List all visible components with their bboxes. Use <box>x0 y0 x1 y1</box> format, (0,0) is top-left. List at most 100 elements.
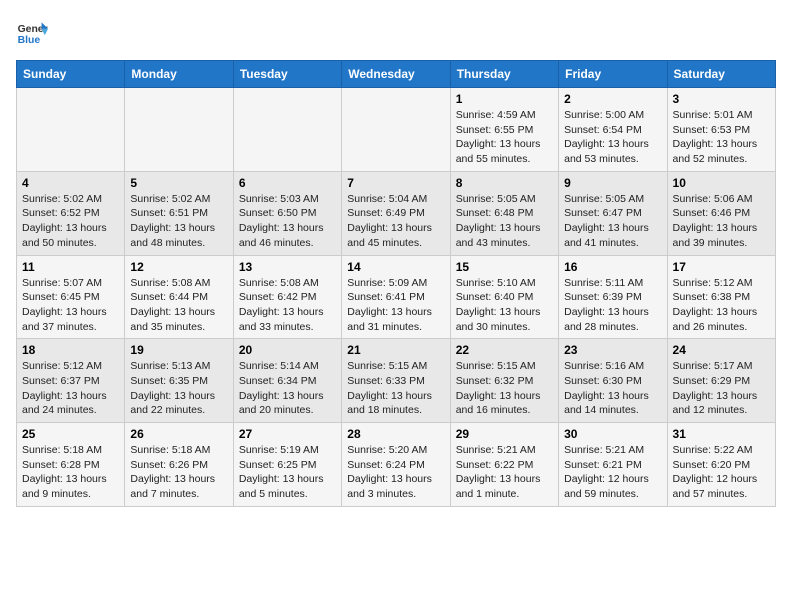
day-info: Sunrise: 5:21 AM Sunset: 6:22 PM Dayligh… <box>456 443 553 502</box>
day-number: 14 <box>347 260 444 274</box>
calendar-cell: 25 Sunrise: 5:18 AM Sunset: 6:28 PM Dayli… <box>17 423 125 507</box>
day-info: Sunrise: 5:01 AM Sunset: 6:53 PM Dayligh… <box>673 108 770 167</box>
day-info: Sunrise: 5:07 AM Sunset: 6:45 PM Dayligh… <box>22 276 119 335</box>
day-number: 3 <box>673 92 770 106</box>
day-info: Sunrise: 5:08 AM Sunset: 6:44 PM Dayligh… <box>130 276 227 335</box>
day-info: Sunrise: 5:06 AM Sunset: 6:46 PM Dayligh… <box>673 192 770 251</box>
day-number: 28 <box>347 427 444 441</box>
page-header: General Blue <box>16 16 776 48</box>
day-info: Sunrise: 5:15 AM Sunset: 6:33 PM Dayligh… <box>347 359 444 418</box>
calendar-cell: 30 Sunrise: 5:21 AM Sunset: 6:21 PM Dayli… <box>559 423 667 507</box>
week-row-2: 4 Sunrise: 5:02 AM Sunset: 6:52 PM Daylig… <box>17 171 776 255</box>
day-number: 24 <box>673 343 770 357</box>
day-number: 25 <box>22 427 119 441</box>
day-number: 2 <box>564 92 661 106</box>
calendar-cell: 20 Sunrise: 5:14 AM Sunset: 6:34 PM Dayli… <box>233 339 341 423</box>
day-number: 15 <box>456 260 553 274</box>
day-number: 22 <box>456 343 553 357</box>
day-info: Sunrise: 5:14 AM Sunset: 6:34 PM Dayligh… <box>239 359 336 418</box>
day-number: 26 <box>130 427 227 441</box>
logo-icon: General Blue <box>16 16 48 48</box>
header-row: SundayMondayTuesdayWednesdayThursdayFrid… <box>17 61 776 88</box>
day-info: Sunrise: 5:09 AM Sunset: 6:41 PM Dayligh… <box>347 276 444 335</box>
calendar-cell <box>342 88 450 172</box>
week-row-4: 18 Sunrise: 5:12 AM Sunset: 6:37 PM Dayli… <box>17 339 776 423</box>
svg-text:Blue: Blue <box>18 35 41 46</box>
calendar-cell: 13 Sunrise: 5:08 AM Sunset: 6:42 PM Dayli… <box>233 255 341 339</box>
calendar-cell: 16 Sunrise: 5:11 AM Sunset: 6:39 PM Dayli… <box>559 255 667 339</box>
day-info: Sunrise: 5:22 AM Sunset: 6:20 PM Dayligh… <box>673 443 770 502</box>
calendar-cell: 18 Sunrise: 5:12 AM Sunset: 6:37 PM Dayli… <box>17 339 125 423</box>
calendar-cell: 9 Sunrise: 5:05 AM Sunset: 6:47 PM Daylig… <box>559 171 667 255</box>
day-info: Sunrise: 5:18 AM Sunset: 6:28 PM Dayligh… <box>22 443 119 502</box>
day-number: 31 <box>673 427 770 441</box>
day-number: 9 <box>564 176 661 190</box>
day-info: Sunrise: 5:05 AM Sunset: 6:48 PM Dayligh… <box>456 192 553 251</box>
calendar-cell: 7 Sunrise: 5:04 AM Sunset: 6:49 PM Daylig… <box>342 171 450 255</box>
calendar-cell: 4 Sunrise: 5:02 AM Sunset: 6:52 PM Daylig… <box>17 171 125 255</box>
day-number: 20 <box>239 343 336 357</box>
calendar-cell: 19 Sunrise: 5:13 AM Sunset: 6:35 PM Dayli… <box>125 339 233 423</box>
day-info: Sunrise: 5:20 AM Sunset: 6:24 PM Dayligh… <box>347 443 444 502</box>
day-info: Sunrise: 5:12 AM Sunset: 6:38 PM Dayligh… <box>673 276 770 335</box>
day-info: Sunrise: 5:12 AM Sunset: 6:37 PM Dayligh… <box>22 359 119 418</box>
calendar-cell: 3 Sunrise: 5:01 AM Sunset: 6:53 PM Daylig… <box>667 88 775 172</box>
day-info: Sunrise: 5:03 AM Sunset: 6:50 PM Dayligh… <box>239 192 336 251</box>
calendar-cell: 24 Sunrise: 5:17 AM Sunset: 6:29 PM Dayli… <box>667 339 775 423</box>
day-number: 7 <box>347 176 444 190</box>
calendar-cell: 6 Sunrise: 5:03 AM Sunset: 6:50 PM Daylig… <box>233 171 341 255</box>
calendar-cell: 14 Sunrise: 5:09 AM Sunset: 6:41 PM Dayli… <box>342 255 450 339</box>
day-number: 13 <box>239 260 336 274</box>
day-header-sunday: Sunday <box>17 61 125 88</box>
calendar-cell: 5Sunrise: 5:02 AM Sunset: 6:51 PM Daylig… <box>125 171 233 255</box>
calendar-cell: 8 Sunrise: 5:05 AM Sunset: 6:48 PM Daylig… <box>450 171 558 255</box>
day-info: Sunrise: 5:21 AM Sunset: 6:21 PM Dayligh… <box>564 443 661 502</box>
day-number: 6 <box>239 176 336 190</box>
day-number: 19 <box>130 343 227 357</box>
calendar-cell: 21 Sunrise: 5:15 AM Sunset: 6:33 PM Dayli… <box>342 339 450 423</box>
day-number: 17 <box>673 260 770 274</box>
day-info: Sunrise: 5:18 AM Sunset: 6:26 PM Dayligh… <box>130 443 227 502</box>
day-info: Sunrise: 5:11 AM Sunset: 6:39 PM Dayligh… <box>564 276 661 335</box>
calendar-cell: 29 Sunrise: 5:21 AM Sunset: 6:22 PM Dayli… <box>450 423 558 507</box>
calendar-cell <box>17 88 125 172</box>
day-info: Sunrise: 5:04 AM Sunset: 6:49 PM Dayligh… <box>347 192 444 251</box>
calendar-cell: 27 Sunrise: 5:19 AM Sunset: 6:25 PM Dayli… <box>233 423 341 507</box>
day-header-friday: Friday <box>559 61 667 88</box>
day-info: Sunrise: 5:17 AM Sunset: 6:29 PM Dayligh… <box>673 359 770 418</box>
day-number: 10 <box>673 176 770 190</box>
calendar-cell: 11 Sunrise: 5:07 AM Sunset: 6:45 PM Dayli… <box>17 255 125 339</box>
day-number: 29 <box>456 427 553 441</box>
day-info: Sunrise: 5:13 AM Sunset: 6:35 PM Dayligh… <box>130 359 227 418</box>
day-info: Sunrise: 5:05 AM Sunset: 6:47 PM Dayligh… <box>564 192 661 251</box>
day-number: 4 <box>22 176 119 190</box>
day-number: 11 <box>22 260 119 274</box>
day-info: Sunrise: 5:08 AM Sunset: 6:42 PM Dayligh… <box>239 276 336 335</box>
calendar-table: SundayMondayTuesdayWednesdayThursdayFrid… <box>16 60 776 507</box>
day-number: 5 <box>130 176 227 190</box>
day-number: 8 <box>456 176 553 190</box>
day-number: 27 <box>239 427 336 441</box>
calendar-cell: 1Sunrise: 4:59 AM Sunset: 6:55 PM Daylig… <box>450 88 558 172</box>
calendar-cell <box>233 88 341 172</box>
calendar-cell: 28 Sunrise: 5:20 AM Sunset: 6:24 PM Dayli… <box>342 423 450 507</box>
day-header-thursday: Thursday <box>450 61 558 88</box>
calendar-cell: 31 Sunrise: 5:22 AM Sunset: 6:20 PM Dayli… <box>667 423 775 507</box>
calendar-cell: 22 Sunrise: 5:15 AM Sunset: 6:32 PM Dayli… <box>450 339 558 423</box>
day-number: 23 <box>564 343 661 357</box>
day-number: 30 <box>564 427 661 441</box>
day-number: 18 <box>22 343 119 357</box>
calendar-cell: 15Sunrise: 5:10 AM Sunset: 6:40 PM Dayli… <box>450 255 558 339</box>
calendar-cell: 23Sunrise: 5:16 AM Sunset: 6:30 PM Dayli… <box>559 339 667 423</box>
calendar-cell: 12Sunrise: 5:08 AM Sunset: 6:44 PM Dayli… <box>125 255 233 339</box>
day-header-monday: Monday <box>125 61 233 88</box>
week-row-1: 1Sunrise: 4:59 AM Sunset: 6:55 PM Daylig… <box>17 88 776 172</box>
day-info: Sunrise: 5:02 AM Sunset: 6:52 PM Dayligh… <box>22 192 119 251</box>
day-info: Sunrise: 5:15 AM Sunset: 6:32 PM Dayligh… <box>456 359 553 418</box>
day-info: Sunrise: 5:19 AM Sunset: 6:25 PM Dayligh… <box>239 443 336 502</box>
day-number: 16 <box>564 260 661 274</box>
day-header-saturday: Saturday <box>667 61 775 88</box>
day-number: 21 <box>347 343 444 357</box>
calendar-cell: 2Sunrise: 5:00 AM Sunset: 6:54 PM Daylig… <box>559 88 667 172</box>
week-row-3: 11 Sunrise: 5:07 AM Sunset: 6:45 PM Dayli… <box>17 255 776 339</box>
